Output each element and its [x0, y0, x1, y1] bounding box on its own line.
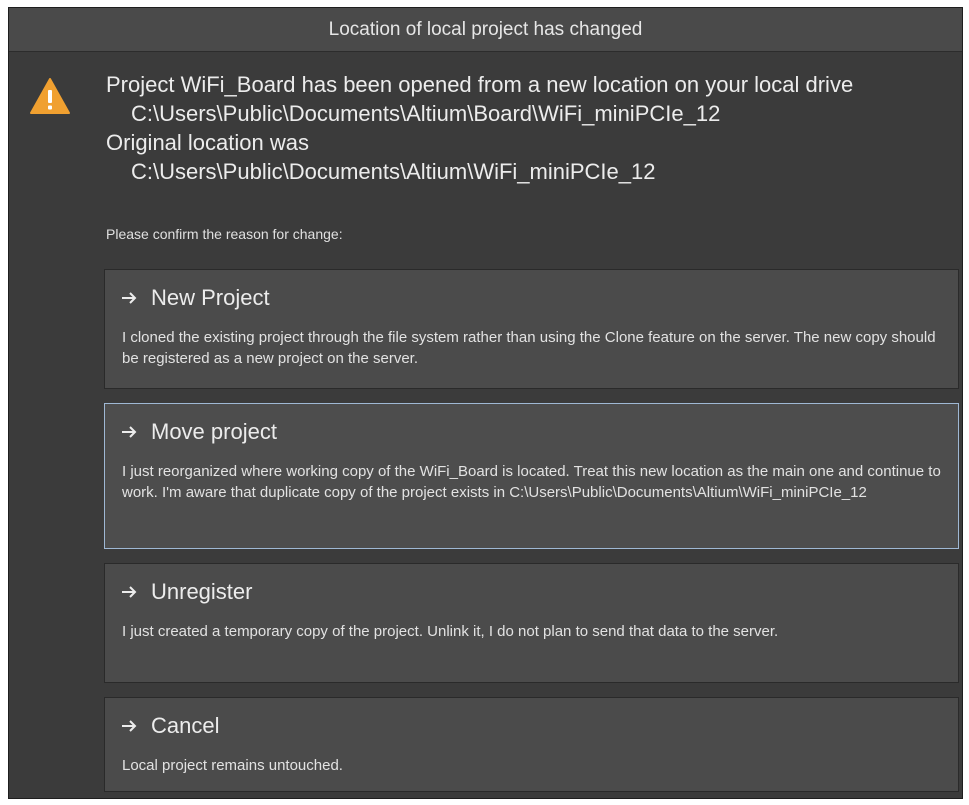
option-title: New Project [151, 285, 270, 310]
confirm-prompt: Please confirm the reason for change: [106, 226, 343, 242]
arrow-right-icon [122, 426, 137, 438]
new-project-option[interactable]: New Project I cloned the existing projec… [104, 269, 959, 389]
arrow-right-icon [122, 720, 137, 732]
cancel-option[interactable]: Cancel Local project remains untouched. [104, 697, 959, 792]
arrow-right-icon [122, 586, 137, 598]
new-location-path: C:\Users\Public\Documents\Altium\Board\W… [131, 101, 721, 126]
option-title: Unregister [151, 579, 253, 604]
option-title: Cancel [151, 713, 220, 738]
dialog-message: Project WiFi_Board has been opened from … [9, 52, 962, 224]
option-description: Local project remains untouched. [122, 757, 343, 774]
warning-icon [30, 78, 70, 114]
option-description: I just created a temporary copy of the p… [122, 623, 779, 640]
arrow-right-icon [122, 292, 137, 304]
message-line-new-location: Project WiFi_Board has been opened from … [106, 72, 854, 97]
option-description: I just reorganized where working copy of… [122, 463, 941, 501]
dialog-title: Location of local project has changed [9, 8, 962, 52]
location-changed-dialog: Location of local project has changed Pr… [8, 7, 963, 799]
option-description: I cloned the existing project through th… [122, 329, 936, 367]
message-line-original-location: Original location was [106, 130, 309, 155]
option-title: Move project [151, 419, 277, 444]
unregister-option[interactable]: Unregister I just created a temporary co… [104, 563, 959, 683]
original-location-path: C:\Users\Public\Documents\Altium\WiFi_mi… [131, 159, 656, 184]
move-project-option[interactable]: Move project I just reorganized where wo… [104, 403, 959, 549]
